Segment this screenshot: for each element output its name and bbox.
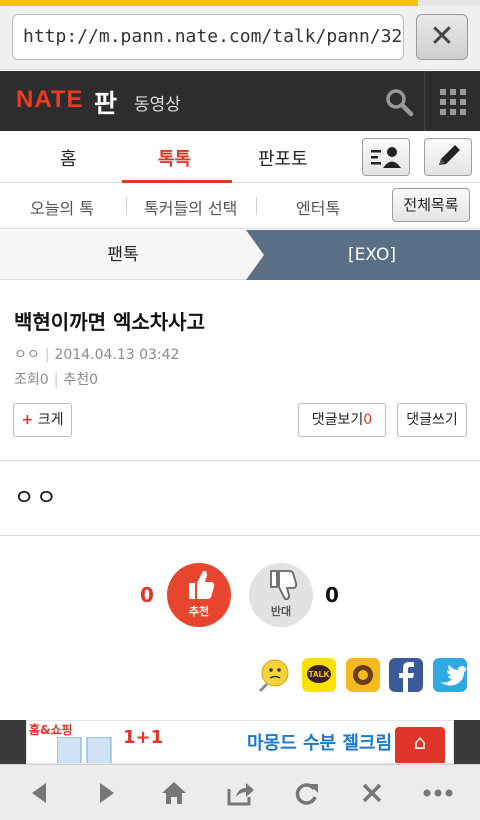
header-divider bbox=[424, 71, 425, 131]
ad-banner[interactable]: 홈&쇼핑 1+1 마몽드 수분 젤크림 ⌂ bbox=[26, 720, 454, 764]
subnav-separator bbox=[126, 197, 127, 215]
stop-icon[interactable] bbox=[356, 777, 388, 809]
meta-separator: | bbox=[44, 347, 50, 363]
recommend-label: 추천 bbox=[63, 372, 90, 388]
subnav-today-talk[interactable]: 오늘의 톡 bbox=[30, 195, 94, 219]
breadcrumb-parent[interactable]: 팬톡 bbox=[0, 230, 246, 280]
divider bbox=[0, 535, 480, 536]
thumbs-down-icon bbox=[270, 570, 298, 601]
user-list-icon bbox=[371, 147, 401, 168]
upvote-label: 추천 bbox=[188, 605, 210, 618]
sub-navigation: 오늘의 톡 톡커들의 선택 엔터톡 전체목록 bbox=[0, 183, 480, 229]
video-link[interactable]: 동영상 bbox=[134, 90, 181, 115]
subnav-separator bbox=[256, 197, 257, 215]
tab-panphoto[interactable]: 판포토 bbox=[258, 145, 308, 171]
divider bbox=[0, 460, 480, 461]
nate-logo[interactable]: NATE bbox=[16, 86, 84, 114]
enlarge-text-button[interactable]: + 크게 bbox=[13, 403, 72, 437]
subnav-enter-talk[interactable]: 엔터톡 bbox=[296, 195, 340, 219]
close-tab-button[interactable]: ✕ bbox=[416, 14, 468, 60]
breadcrumb: 팬톡 [EXO] bbox=[0, 230, 480, 280]
downvote-count: 0 bbox=[325, 583, 339, 607]
search-icon[interactable] bbox=[384, 87, 414, 117]
facebook-icon[interactable] bbox=[389, 658, 423, 692]
post-meta-author-date: ㅇㅇ | 2014.04.13 03:42 bbox=[14, 344, 179, 364]
ad-brand: 홈&쇼핑 bbox=[29, 723, 73, 737]
kakaostory-icon[interactable] bbox=[346, 658, 380, 692]
ad-side-left bbox=[0, 720, 26, 764]
address-bar: http://m.pann.nate.com/talk/pann/322 ✕ bbox=[0, 6, 480, 70]
post-author[interactable]: ㅇㅇ bbox=[14, 347, 40, 363]
view-comments-label: 댓글보기 bbox=[311, 412, 364, 428]
views-label: 조회 bbox=[14, 372, 40, 388]
post-date: 2014.04.13 03:42 bbox=[54, 347, 180, 363]
ad-offer: 1+1 bbox=[123, 727, 164, 748]
subnav-talker-choice[interactable]: 톡커들의 선택 bbox=[144, 195, 237, 219]
views-count: 0 bbox=[39, 372, 49, 388]
kakaotalk-icon[interactable]: TALK bbox=[302, 658, 336, 692]
view-comments-button[interactable]: 댓글보기0 bbox=[298, 403, 386, 437]
ad-side-right bbox=[454, 720, 480, 764]
url-field[interactable]: http://m.pann.nate.com/talk/pann/322 bbox=[12, 14, 404, 60]
recommend-count: 0 bbox=[89, 372, 99, 388]
comment-count: 0 bbox=[363, 412, 373, 428]
twitter-icon[interactable] bbox=[433, 658, 467, 692]
upvote-button[interactable]: 추천 bbox=[167, 563, 231, 627]
emoticon-icon[interactable] bbox=[257, 658, 291, 692]
write-comment-button[interactable]: 댓글쓰기 bbox=[397, 403, 467, 437]
share-icon[interactable] bbox=[224, 777, 256, 809]
home-shopping-icon: ⌂ bbox=[395, 727, 445, 763]
tab-toktok[interactable]: 톡톡 bbox=[158, 145, 191, 171]
pann-logo[interactable]: 판 bbox=[94, 84, 117, 120]
post-body: ㅇㅇ bbox=[14, 486, 59, 511]
ad-headline: 마몽드 수분 젤크림 bbox=[247, 733, 393, 754]
refresh-icon[interactable] bbox=[290, 777, 322, 809]
browser-toolbar bbox=[0, 764, 480, 820]
site-header: NATE 판 동영상 bbox=[0, 71, 480, 131]
ad-product-image bbox=[57, 737, 112, 763]
enlarge-label: 크게 bbox=[37, 412, 64, 428]
downvote-button[interactable]: 반대 bbox=[249, 563, 313, 627]
talk-label: TALK bbox=[309, 670, 330, 679]
all-list-button[interactable]: 전체목록 bbox=[392, 188, 470, 222]
forward-icon[interactable] bbox=[90, 777, 122, 809]
grid-menu-icon[interactable] bbox=[440, 89, 466, 115]
my-page-button[interactable] bbox=[362, 138, 410, 176]
thumbs-up-icon bbox=[189, 570, 215, 599]
back-icon[interactable] bbox=[24, 777, 56, 809]
downvote-label: 반대 bbox=[270, 605, 292, 618]
more-icon[interactable] bbox=[422, 777, 454, 809]
breadcrumb-current[interactable]: [EXO] bbox=[264, 230, 480, 280]
plus-icon: + bbox=[21, 412, 34, 428]
post-meta-stats: 조회0 | 추천0 bbox=[14, 369, 98, 389]
home-icon[interactable] bbox=[158, 777, 190, 809]
tab-home[interactable]: 홈 bbox=[60, 145, 77, 171]
meta-separator: | bbox=[53, 372, 59, 388]
upvote-count: 0 bbox=[140, 583, 154, 607]
post-title: 백현이까면 엑소차사고 bbox=[14, 310, 205, 334]
write-post-button[interactable] bbox=[424, 138, 472, 176]
main-tabs: 홈 톡톡 판포토 bbox=[0, 131, 480, 183]
pencil-icon bbox=[439, 145, 460, 165]
